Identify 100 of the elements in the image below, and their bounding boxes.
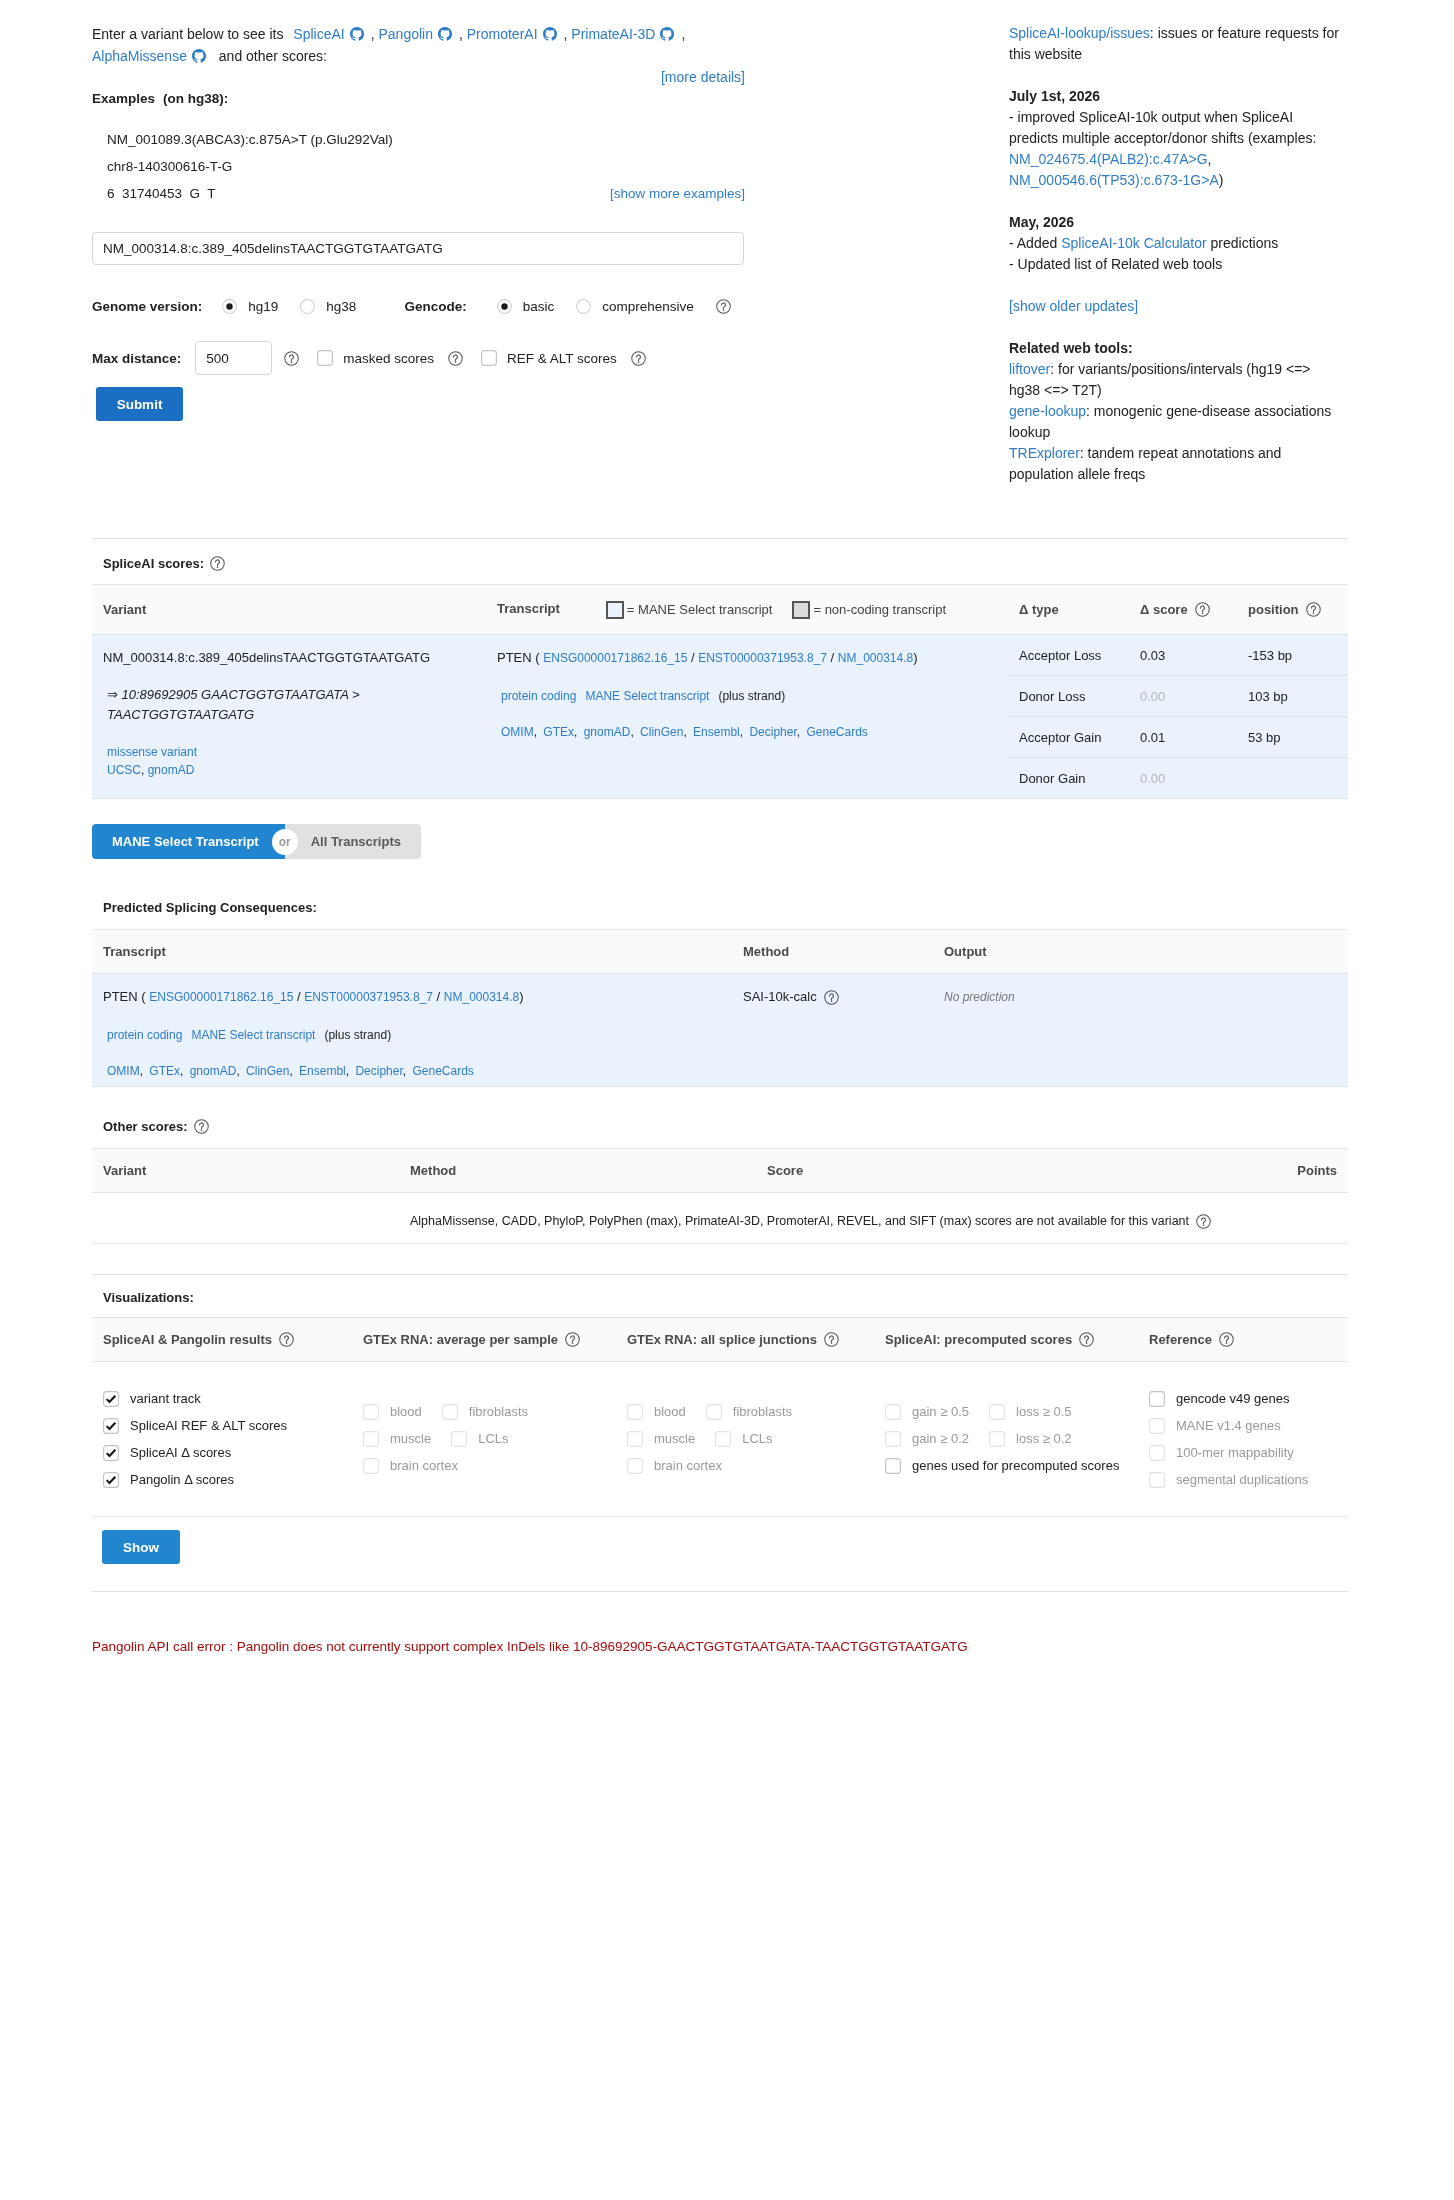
consequence-link[interactable]: missense variant [107, 745, 198, 759]
radio-button[interactable] [222, 298, 238, 314]
update-link[interactable]: NM_000546.6(TP53):c.673-1G>A [1009, 172, 1219, 188]
transcript-id-link[interactable]: NM_000314.8 [837, 651, 914, 665]
variant-text: NM_000314.8:c.389_405delinsTAACTGGTGTAATGATG [103, 649, 432, 667]
transcript-id-link[interactable]: ENST00000371953.8_7 [698, 651, 827, 665]
help-icon[interactable] [1196, 1213, 1211, 1229]
transcript-id-link[interactable]: ENSG00000171862.16_15 [543, 651, 688, 665]
radio-label[interactable]: hg19 [248, 298, 279, 314]
tool-link[interactable]: SpliceAI [293, 26, 345, 42]
database-link[interactable]: gnomAD [147, 763, 195, 777]
radio-button[interactable] [496, 298, 512, 314]
tool-link[interactable]: TRExplorer [1009, 445, 1080, 461]
transcript-id-link[interactable]: ENSG00000171862.16_15 [149, 990, 294, 1004]
checkbox-label[interactable]: gencode v49 genes [1176, 1390, 1290, 1407]
example-variant[interactable]: chr8-140300616-T-G [107, 153, 233, 180]
checkbox[interactable] [103, 1390, 119, 1407]
resource-link[interactable]: Ensembl [299, 1064, 346, 1078]
checkbox[interactable] [103, 1417, 119, 1434]
resource-link[interactable]: GTEx [149, 1064, 180, 1078]
variant-input[interactable]: NM_000314.8:c.389_405delinsTAACTGGTGTAATGATG [92, 232, 744, 265]
resource-link[interactable]: Decipher [749, 725, 797, 739]
legend-label: = non-coding transcript [813, 602, 947, 617]
resource-link[interactable]: GeneCards [806, 725, 868, 739]
show-older-updates-link[interactable]: [show older updates] [1009, 298, 1139, 314]
transcript-id-link[interactable]: ENST00000371953.8_7 [304, 990, 433, 1004]
column-header: Method [410, 1163, 457, 1178]
checkbox[interactable] [317, 350, 334, 366]
genome-version-label: Genome version: [92, 298, 203, 314]
radio-button[interactable] [576, 298, 592, 314]
github-icon[interactable] [191, 49, 206, 63]
issues-link[interactable]: SpliceAI-lookup/issues [1009, 25, 1150, 41]
help-icon[interactable] [1079, 1332, 1095, 1347]
checkbox[interactable] [481, 350, 498, 366]
transcript-tag-link[interactable]: MANE Select transcript [191, 1028, 316, 1042]
update-link[interactable]: SpliceAI-10k Calculator [1061, 235, 1207, 251]
transcript-tag-link[interactable]: MANE Select transcript [585, 689, 710, 703]
checkbox-label[interactable]: REF & ALT scores [507, 350, 617, 366]
help-icon[interactable] [1194, 602, 1210, 617]
help-icon[interactable] [284, 350, 300, 366]
submit-button[interactable]: Submit [96, 387, 183, 421]
help-icon[interactable] [1305, 602, 1321, 617]
database-link[interactable]: UCSC [107, 763, 141, 777]
github-icon[interactable] [660, 27, 675, 41]
resource-link[interactable]: OMIM [501, 725, 534, 739]
help-icon[interactable] [1218, 1332, 1234, 1347]
column-header: SpliceAI & Pangolin results [103, 1332, 273, 1347]
github-icon[interactable] [349, 27, 364, 41]
help-icon[interactable] [630, 350, 646, 366]
radio-label[interactable]: basic [522, 298, 555, 314]
transcript-id-link[interactable]: NM_000314.8 [443, 990, 520, 1004]
checkbox-label[interactable]: genes used for precomputed scores [912, 1458, 1120, 1474]
issues-text: SpliceAI-lookup/issues: issues or feature requests for this website [1009, 24, 1340, 64]
column-header: Δ score [1140, 602, 1188, 617]
column-header: SpliceAI: precomputed scores [885, 1332, 1073, 1347]
tool-link[interactable]: PromoterAI [466, 26, 538, 42]
show-more-examples-link[interactable]: [show more examples] [609, 180, 745, 207]
checkbox[interactable] [885, 1458, 901, 1474]
transcript-tag-link[interactable]: protein coding [501, 689, 577, 703]
radio-label[interactable]: comprehensive [602, 298, 694, 314]
delta-score-text: 0.03 [1140, 647, 1166, 663]
resource-link[interactable]: Decipher [355, 1064, 403, 1078]
checkbox-label[interactable]: Pangolin Δ scores [130, 1471, 235, 1488]
update-link[interactable]: NM_024675.4(PALB2):c.47A>G [1009, 151, 1208, 167]
example-variant[interactable]: NM_001089.3(ABCA3):c.875A>T (p.Glu292Val) [107, 126, 393, 153]
transcript-tag-link[interactable]: protein coding [107, 1028, 183, 1042]
column-header: Score [767, 1163, 804, 1178]
resource-link[interactable]: Ensembl [693, 725, 740, 739]
tool-link[interactable]: PrimateAI-3D [571, 26, 656, 42]
tool-link[interactable]: AlphaMissense [92, 48, 187, 64]
github-icon[interactable] [437, 27, 452, 41]
help-icon[interactable] [193, 1118, 209, 1134]
help-icon[interactable] [448, 350, 464, 366]
checkbox[interactable] [103, 1444, 119, 1461]
help-icon[interactable] [210, 555, 226, 571]
checkbox[interactable] [1149, 1390, 1165, 1407]
help-icon[interactable] [715, 298, 731, 314]
tool-link[interactable]: Pangolin [378, 26, 433, 42]
checkbox-label[interactable]: SpliceAI REF & ALT scores [130, 1417, 288, 1434]
help-icon[interactable] [823, 989, 839, 1005]
resource-link[interactable]: GTEx [543, 725, 574, 739]
radio-button[interactable] [300, 298, 316, 314]
resource-links-text: OMIM, GTEx, gnomAD, ClinGen, Ensembl, Decipher, GeneCards [500, 724, 869, 741]
radio-label[interactable]: hg38 [326, 298, 357, 314]
column-header: GTEx RNA: all splice junctions [627, 1332, 817, 1347]
max-distance-input[interactable]: 500 [195, 341, 273, 375]
github-icon[interactable] [542, 27, 557, 41]
checkbox[interactable] [103, 1471, 119, 1488]
resource-link[interactable]: OMIM [107, 1064, 140, 1078]
help-icon[interactable] [279, 1332, 295, 1347]
checkbox-label[interactable]: masked scores [343, 350, 435, 366]
help-icon[interactable] [565, 1332, 581, 1347]
help-icon[interactable] [824, 1332, 839, 1347]
resource-link[interactable]: GeneCards [412, 1064, 474, 1078]
checkbox-label[interactable]: variant track [130, 1390, 201, 1407]
delta-score-text: 0.00 [1140, 688, 1166, 704]
more-details-link[interactable]: [more details] [660, 69, 745, 85]
example-variant[interactable]: 6 31740453 G T [107, 180, 216, 207]
checkbox-label[interactable]: SpliceAI Δ scores [130, 1444, 232, 1461]
show-button[interactable]: Show [102, 1530, 180, 1564]
